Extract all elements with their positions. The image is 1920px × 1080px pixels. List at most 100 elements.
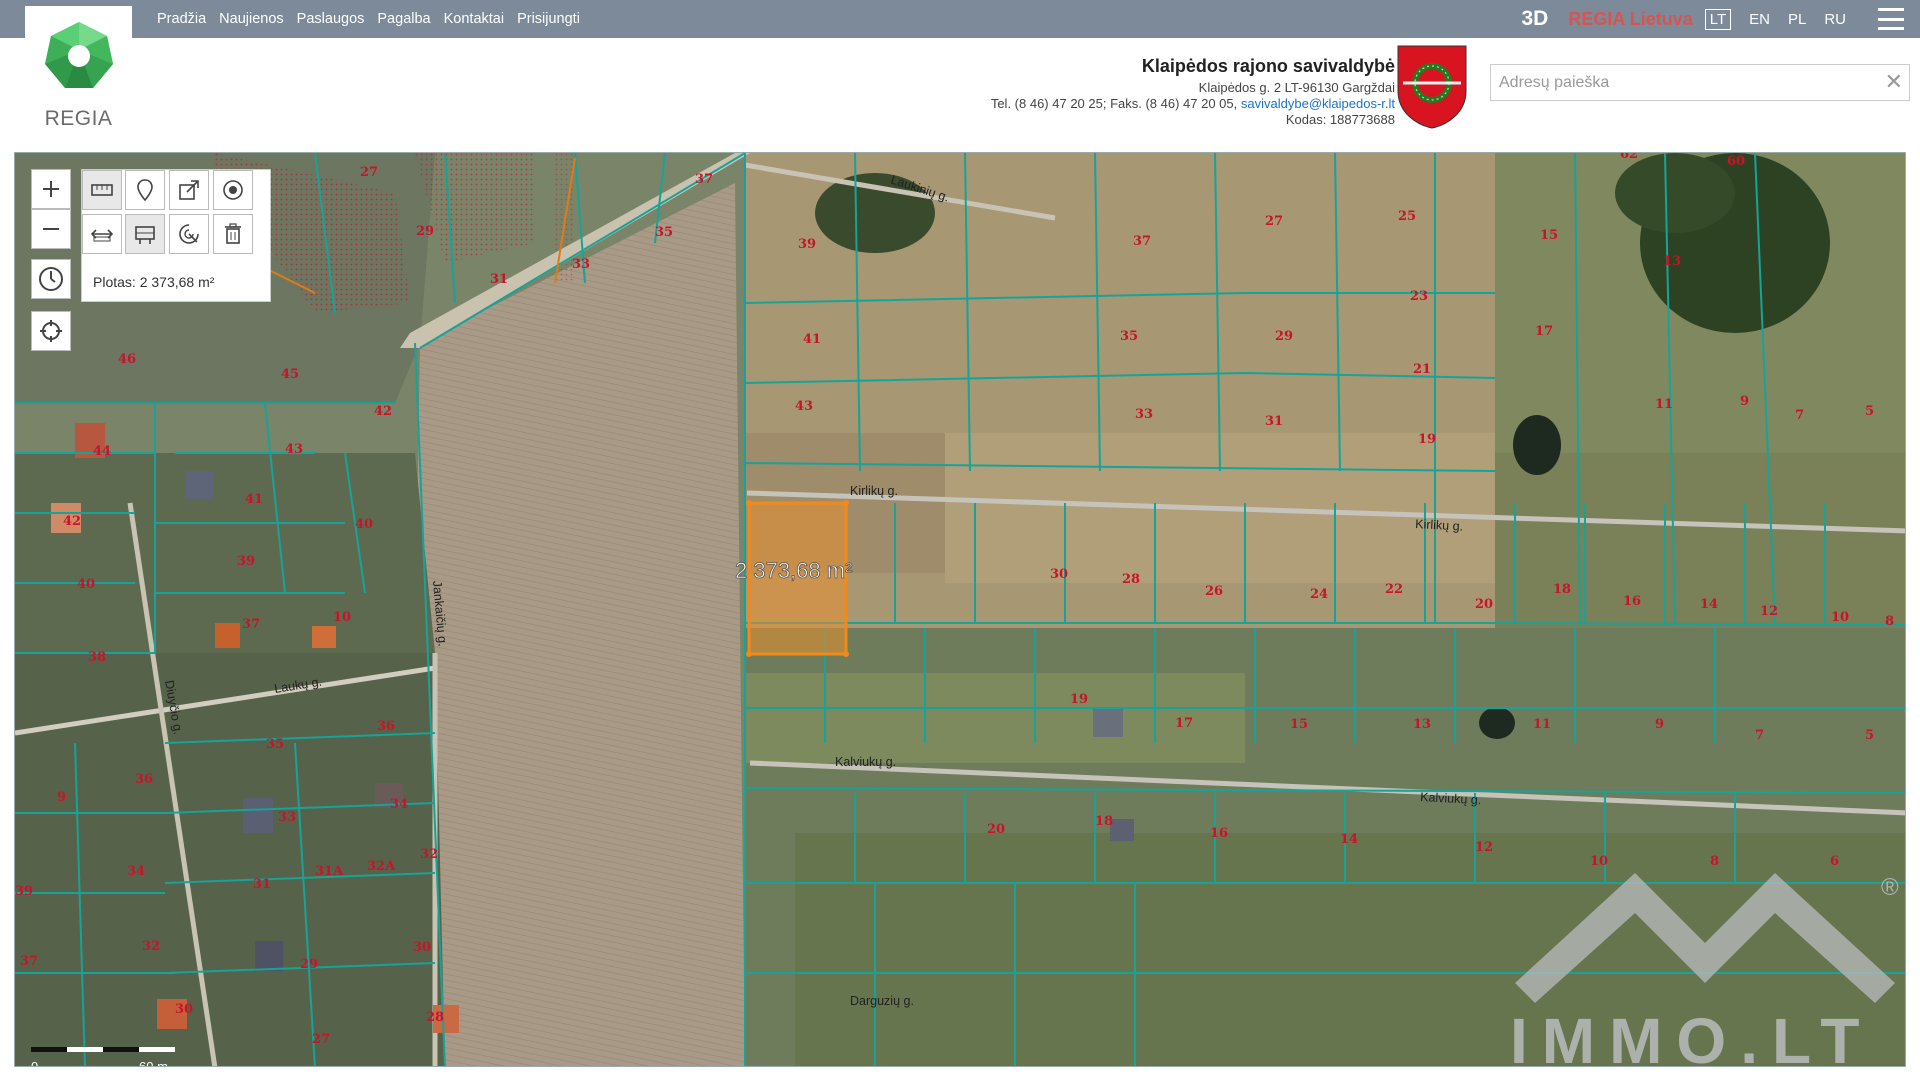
parcel-number: 32 (142, 939, 160, 954)
radius-icon (179, 224, 199, 244)
history-button[interactable] (31, 259, 71, 299)
orthophoto-map: 2 373,68 m² Laukinių g. Kirlikų g. Kirli… (15, 153, 1905, 1066)
parcel-number: 32A (367, 859, 396, 874)
parcel-number: 30 (1050, 567, 1068, 582)
parcel-number: 37 (1133, 234, 1151, 249)
road-label: Kalviukų g. (835, 755, 896, 769)
parcel-number: 23 (1410, 289, 1428, 304)
parcel-number: 24 (1310, 587, 1328, 602)
parcel-number: 43 (285, 442, 303, 457)
lang-lt[interactable]: LT (1704, 8, 1732, 30)
regia-gem-icon (45, 22, 113, 88)
parcel-number: 15 (1540, 228, 1558, 243)
delete-measurement-button[interactable] (213, 214, 253, 254)
zoom-out-button[interactable] (31, 209, 71, 249)
measure-radius-button[interactable] (169, 214, 209, 254)
parcel-number: 31 (253, 877, 271, 892)
municipality-code: Kodas: 188773688 (1285, 112, 1395, 127)
parcel-number: 12 (1475, 840, 1493, 855)
nav-login[interactable]: Prisijungti (517, 11, 580, 27)
hamburger-menu-icon[interactable] (1878, 8, 1904, 30)
crosshair-icon (40, 320, 62, 342)
parcel-number: 36 (135, 772, 153, 787)
map-canvas[interactable]: 2 373,68 m² Laukinių g. Kirlikų g. Kirli… (14, 152, 1906, 1067)
parcel-number: 18 (1095, 814, 1113, 829)
measure-distance-button[interactable] (82, 214, 122, 254)
zoom-in-button[interactable] (31, 169, 71, 209)
plus-icon (43, 181, 59, 197)
address-search-input[interactable] (1491, 65, 1909, 100)
nav-help[interactable]: Pagalba (377, 11, 430, 27)
clock-icon (39, 267, 63, 291)
area-readout: Plotas: 2 373,68 m² (93, 274, 215, 290)
parcel-number: 10 (1831, 610, 1849, 625)
parcel-number: 8 (1885, 614, 1894, 629)
lang-ru[interactable]: RU (1824, 11, 1846, 28)
municipality-contacts: Tel. (8 46) 47 20 25; Faks. (8 46) 47 20… (900, 96, 1395, 112)
map-pin-icon (137, 179, 153, 201)
parcel-number: 5 (1865, 404, 1874, 419)
logo-text: REGIA (44, 107, 113, 130)
marker-tool-button[interactable] (125, 170, 165, 210)
regia-logo[interactable]: REGIA (25, 6, 132, 151)
parcel-number: 12 (1760, 604, 1778, 619)
parcel-number: 22 (1385, 582, 1403, 597)
nav-home[interactable]: Pradžia (157, 11, 206, 27)
trash-icon (225, 223, 241, 244)
parcel-number: 39 (798, 237, 816, 252)
3d-view-button[interactable]: 3D (1522, 7, 1549, 31)
nav-news[interactable]: Naujienos (219, 11, 284, 27)
lang-pl[interactable]: PL (1788, 11, 1806, 28)
parcel-number: 17 (1175, 716, 1193, 731)
road-label: Kirlikų g. (850, 484, 898, 498)
parcel-number: 17 (1535, 324, 1553, 339)
parcel-number: 39 (15, 884, 33, 899)
parcel-number: 21 (1413, 362, 1431, 377)
nav-contacts[interactable]: Kontaktai (444, 11, 504, 27)
parcel-number: 29 (1275, 329, 1293, 344)
parcel-number: 35 (266, 737, 284, 752)
parcel-number: 20 (1475, 597, 1493, 612)
parcel-number: 29 (416, 224, 434, 239)
parcel-number: 27 (1265, 214, 1283, 229)
road-label: Darguzių g. (850, 994, 914, 1008)
parcel-number: 37 (695, 172, 713, 187)
clear-search-icon[interactable]: ✕ (1885, 69, 1903, 95)
parcel-number: 43 (795, 399, 813, 414)
parcel-number: 29 (300, 957, 318, 972)
parcel-number: 10 (333, 610, 351, 625)
parcel-number: 31 (490, 272, 508, 287)
parcel-number: 42 (63, 514, 81, 529)
parcel-number: 27 (312, 1032, 330, 1047)
selection-area-label: 2 373,68 m² (735, 558, 852, 583)
share-button[interactable] (169, 170, 209, 210)
regia-lietuva-link[interactable]: REGIA Lietuva (1568, 9, 1692, 30)
parcel-number: 19 (1418, 432, 1436, 447)
municipality-info: Klaipėdos rajono savivaldybė Klaipėdos g… (900, 57, 1395, 128)
parcel-number: 40 (355, 517, 373, 532)
municipality-address: Klaipėdos g. 2 LT-96130 Gargždai (1198, 80, 1395, 95)
scale-max: 60 m (139, 1059, 168, 1067)
measure-area-button[interactable] (125, 214, 165, 254)
locate-button[interactable] (31, 311, 71, 351)
minus-icon (43, 228, 59, 230)
ruler-icon (91, 184, 113, 196)
parcel-number: 8 (1710, 854, 1719, 869)
parcel-number: 7 (1755, 728, 1764, 743)
parcel-number: 33 (278, 810, 296, 825)
municipality-email-link[interactable]: savivaldybe@klaipedos-r.lt (1241, 96, 1395, 111)
top-right-controls: 3D REGIA Lietuva LT EN PL RU (1522, 0, 1920, 38)
nav-services[interactable]: Paslaugos (297, 11, 365, 27)
measure-tool-button[interactable] (82, 170, 122, 210)
point-tool-button[interactable] (213, 170, 253, 210)
parcel-number: 35 (1120, 329, 1138, 344)
parcel-number: 19 (1070, 692, 1088, 707)
parcel-number: 26 (1205, 584, 1223, 599)
parcel-number: 13 (1663, 254, 1681, 269)
registered-mark: ® (1881, 874, 1899, 901)
scale-bar: 0 60 m (31, 1033, 181, 1066)
scale-zero: 0 (31, 1059, 39, 1067)
lang-en[interactable]: EN (1749, 11, 1770, 28)
parcel-number: 62 (1620, 153, 1638, 162)
parcel-number: 45 (281, 367, 299, 382)
